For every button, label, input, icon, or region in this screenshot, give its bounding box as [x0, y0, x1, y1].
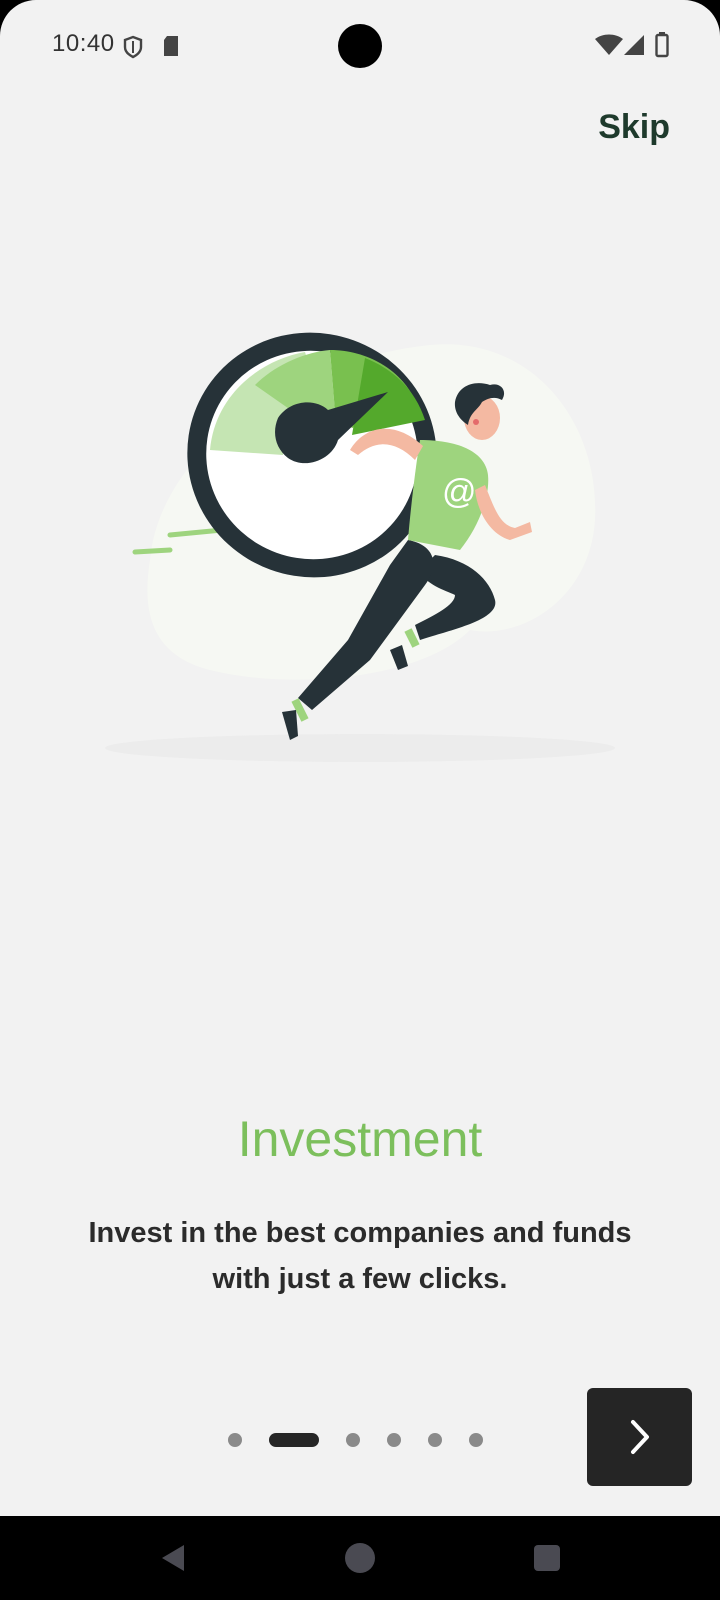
page-dot-active[interactable] [269, 1433, 319, 1447]
sd-card-icon [164, 36, 178, 56]
home-icon[interactable] [344, 1542, 376, 1574]
system-navigation-bar [0, 1516, 720, 1600]
next-button[interactable] [587, 1388, 692, 1486]
onboarding-screen: 10:40 Skip @ Investment Invest in the be… [0, 0, 720, 1516]
chevron-right-icon [630, 1420, 649, 1454]
battery-icon [655, 32, 669, 58]
recents-icon[interactable] [533, 1544, 561, 1572]
page-dot[interactable] [469, 1433, 483, 1447]
svg-text:@: @ [442, 473, 477, 511]
page-indicator [228, 1430, 483, 1450]
status-time: 10:40 [52, 30, 115, 57]
onboarding-title: Investment [237, 1111, 483, 1167]
page-dot[interactable] [387, 1433, 401, 1447]
running-man-speedometer-illustration: @ [105, 332, 615, 762]
skip-button[interactable]: Skip [598, 108, 670, 147]
page-dot[interactable] [228, 1433, 242, 1447]
status-bar: 10:40 [0, 0, 720, 92]
page-dot[interactable] [346, 1433, 360, 1447]
front-camera [338, 24, 382, 68]
back-icon[interactable] [158, 1542, 188, 1574]
onboarding-description: Invest in the best companies and funds w… [88, 1217, 632, 1295]
page-dot[interactable] [428, 1433, 442, 1447]
cell-signal-icon [624, 35, 644, 55]
wifi-icon [595, 34, 623, 55]
shield-icon [123, 35, 143, 59]
